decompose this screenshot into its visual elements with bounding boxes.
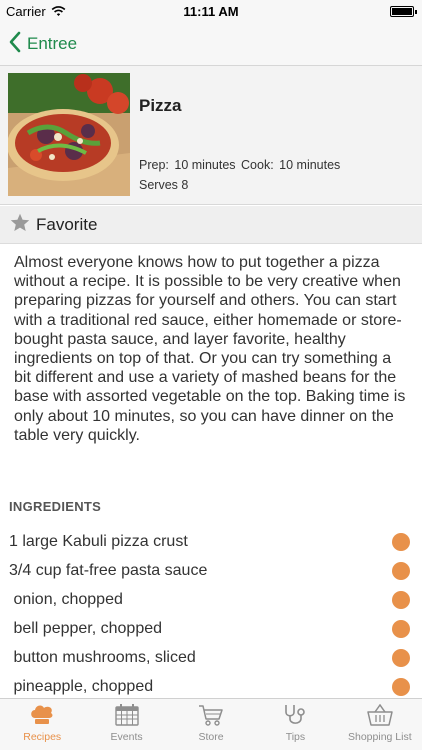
star-icon bbox=[0, 213, 30, 237]
chef-hat-icon bbox=[29, 704, 55, 726]
ingredient-row: pineapple, chopped bbox=[0, 672, 422, 701]
navigation-bar: Entree bbox=[0, 22, 422, 66]
tab-label: Events bbox=[110, 731, 143, 743]
chevron-left-icon bbox=[8, 31, 21, 58]
ingredient-row: onion, chopped bbox=[0, 585, 422, 614]
add-to-list-button[interactable] bbox=[392, 590, 410, 609]
stethoscope-icon bbox=[282, 704, 308, 726]
tab-shopping-list[interactable]: Shopping List bbox=[338, 699, 422, 750]
add-to-list-button[interactable] bbox=[392, 648, 410, 667]
favorite-toggle[interactable]: Favorite bbox=[0, 206, 422, 244]
tab-store[interactable]: Store bbox=[169, 699, 253, 750]
recipe-times: Prep: 10 minutes Cook: 10 minutes bbox=[139, 158, 342, 172]
tab-bar: Recipes Events Store Tips Shopping List bbox=[0, 698, 422, 750]
ingredient-text: pineapple, chopped bbox=[9, 677, 154, 695]
recipe-description: Almost everyone knows how to put togethe… bbox=[14, 254, 406, 444]
back-label: Entree bbox=[27, 34, 78, 53]
add-to-list-button[interactable] bbox=[392, 561, 410, 580]
ingredient-text: 1 large Kabuli pizza crust bbox=[9, 532, 188, 550]
ingredient-row: 1 large Kabuli pizza crust bbox=[0, 527, 422, 556]
recipe-header: Pizza Prep: 10 minutes Cook: 10 minutes … bbox=[0, 66, 422, 205]
recipe-title: Pizza bbox=[139, 96, 182, 115]
status-bar: Carrier 11:11 AM bbox=[0, 0, 422, 22]
ingredients-list: 1 large Kabuli pizza crust 3/4 cup fat-f… bbox=[0, 527, 422, 701]
clock: 11:11 AM bbox=[183, 4, 239, 19]
ingredient-row: bell pepper, chopped bbox=[0, 614, 422, 643]
tab-tips[interactable]: Tips bbox=[253, 699, 337, 750]
ingredient-text: button mushrooms, sliced bbox=[9, 648, 196, 666]
battery-icon bbox=[390, 6, 417, 17]
tab-events[interactable]: Events bbox=[84, 699, 168, 750]
ingredient-row: button mushrooms, sliced bbox=[0, 643, 422, 672]
tab-label: Store bbox=[198, 731, 224, 743]
cart-icon bbox=[198, 704, 224, 726]
ingredient-text: 3/4 cup fat-free pasta sauce bbox=[9, 561, 208, 579]
calendar-icon bbox=[114, 704, 139, 726]
favorite-label: Favorite bbox=[36, 214, 98, 234]
recipe-serves: Serves 8 bbox=[139, 178, 189, 192]
ingredient-text: onion, chopped bbox=[9, 590, 123, 608]
tab-recipes[interactable]: Recipes bbox=[0, 699, 84, 750]
cook-label: Cook: bbox=[241, 158, 274, 172]
ingredient-text: bell pepper, chopped bbox=[9, 619, 163, 637]
cook-value: 10 minutes bbox=[279, 158, 341, 172]
tab-label: Shopping List bbox=[348, 731, 412, 743]
prep-value: 10 minutes bbox=[174, 158, 236, 172]
recipe-photo bbox=[8, 73, 130, 196]
add-to-list-button[interactable] bbox=[392, 619, 410, 638]
back-button[interactable]: Entree bbox=[8, 22, 77, 66]
add-to-list-button[interactable] bbox=[392, 532, 410, 551]
ingredients-header: INGREDIENTS bbox=[9, 499, 102, 514]
prep-label: Prep: bbox=[139, 158, 169, 172]
tab-label: Tips bbox=[285, 731, 306, 743]
basket-icon bbox=[367, 704, 393, 726]
ingredient-row: 3/4 cup fat-free pasta sauce bbox=[0, 556, 422, 585]
tab-label: Recipes bbox=[23, 731, 62, 743]
add-to-list-button[interactable] bbox=[392, 677, 410, 696]
